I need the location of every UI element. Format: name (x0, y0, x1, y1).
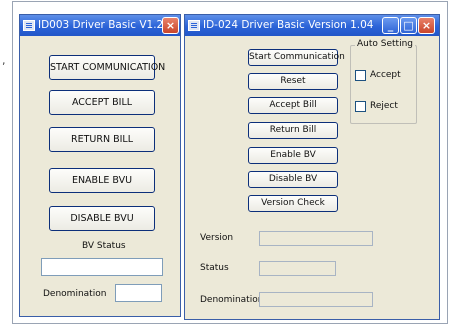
disable-bv-button[interactable]: Disable BV (248, 171, 338, 188)
id024-driver-window: ID-024 Driver Basic Version 1.04 _ □ × S… (184, 14, 440, 320)
auto-setting-group (350, 45, 417, 124)
window1-title: ID003 Driver Basic V1.2 (38, 19, 164, 31)
reject-checkbox-label[interactable]: Reject (370, 101, 398, 111)
version-label: Version (200, 233, 234, 243)
accept-checkbox-label[interactable]: Accept (370, 70, 401, 80)
window1-close-icon[interactable]: × (162, 17, 179, 34)
bv-status-label: BV Status (82, 241, 126, 251)
start-communication-button[interactable]: Start Communication (248, 49, 345, 66)
version-check-button[interactable]: Version Check (248, 195, 338, 212)
app-icon[interactable] (188, 20, 200, 31)
version-field (259, 231, 373, 246)
side-mark: , (2, 54, 6, 67)
accept-bill-button[interactable]: Accept Bill (248, 97, 338, 114)
reset-button[interactable]: Reset (248, 73, 338, 90)
start-communication-button[interactable]: START COMMUNICATION (49, 55, 165, 80)
reject-checkbox[interactable] (355, 101, 366, 112)
return-bill-button[interactable]: Return Bill (248, 122, 338, 139)
app-icon[interactable] (23, 20, 35, 31)
bv-status-field[interactable] (41, 258, 163, 276)
status-label: Status (200, 263, 229, 273)
accept-bill-button[interactable]: ACCEPT BILL (49, 90, 155, 115)
id003-driver-window: ID003 Driver Basic V1.2 × START COMMUNIC… (19, 14, 181, 317)
window2-titlebar[interactable]: ID-024 Driver Basic Version 1.04 _ □ × (185, 15, 439, 36)
denomination-label: Denomination (43, 289, 107, 299)
maximize-icon[interactable]: □ (400, 17, 417, 34)
denomination-field (259, 292, 373, 307)
window2-title: ID-024 Driver Basic Version 1.04 (203, 19, 374, 31)
denomination-field[interactable] (115, 284, 162, 302)
enable-bvu-button[interactable]: ENABLE BVU (49, 168, 155, 193)
disable-bvu-button[interactable]: DISABLE BVU (49, 206, 155, 231)
return-bill-button[interactable]: RETURN BILL (49, 127, 155, 152)
status-field (259, 261, 336, 276)
minimize-icon[interactable]: _ (382, 17, 399, 34)
denomination-label: Denomination (200, 295, 264, 305)
window2-close-icon[interactable]: × (418, 17, 435, 34)
auto-setting-legend: Auto Setting (355, 39, 415, 49)
window1-titlebar[interactable]: ID003 Driver Basic V1.2 × (20, 15, 180, 36)
enable-bv-button[interactable]: Enable BV (248, 147, 338, 164)
accept-checkbox[interactable] (355, 70, 366, 81)
